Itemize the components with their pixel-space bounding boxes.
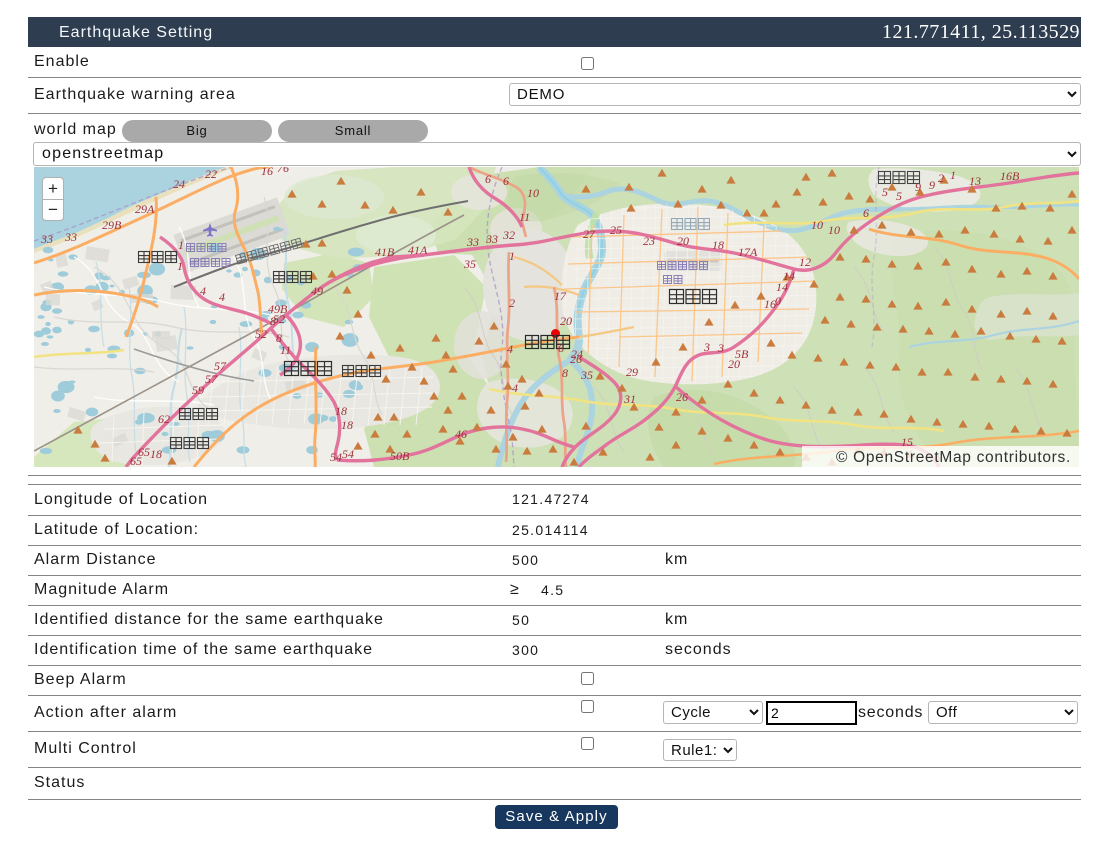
svg-text:62: 62: [158, 412, 170, 426]
svg-text:54: 54: [330, 450, 342, 464]
svg-text:4: 4: [219, 290, 225, 304]
svg-text:3: 3: [717, 341, 724, 355]
svg-text:16: 16: [261, 167, 273, 178]
svg-text:11: 11: [519, 210, 530, 224]
svg-text:18: 18: [341, 418, 353, 432]
svg-text:49: 49: [311, 284, 323, 298]
svg-text:57: 57: [214, 359, 227, 373]
svg-text:18: 18: [335, 404, 347, 418]
svg-text:26: 26: [676, 390, 688, 404]
svg-text:10: 10: [811, 218, 823, 232]
svg-text:9: 9: [915, 180, 921, 194]
svg-text:1: 1: [178, 238, 184, 252]
svg-text:10: 10: [527, 186, 539, 200]
svg-text:33: 33: [466, 235, 479, 249]
svg-text:46: 46: [455, 427, 467, 441]
svg-text:0: 0: [775, 294, 781, 308]
svg-text:8: 8: [562, 366, 568, 380]
svg-text:41B: 41B: [375, 245, 395, 259]
svg-text:13: 13: [969, 174, 981, 188]
svg-text:6: 6: [558, 341, 564, 355]
svg-text:18: 18: [150, 447, 162, 461]
svg-text:33: 33: [64, 230, 77, 244]
svg-text:17: 17: [554, 289, 567, 303]
svg-text:23: 23: [643, 234, 655, 248]
svg-text:© OpenStreetMap contributors.: © OpenStreetMap contributors.: [836, 449, 1071, 466]
svg-text:8: 8: [270, 314, 276, 328]
svg-text:3: 3: [703, 340, 710, 354]
svg-text:20: 20: [560, 314, 572, 328]
svg-text:65: 65: [130, 454, 142, 467]
svg-text:16B: 16B: [1000, 169, 1020, 183]
svg-text:1: 1: [177, 259, 183, 273]
svg-text:54: 54: [342, 447, 354, 461]
svg-text:6: 6: [863, 206, 869, 220]
svg-text:29B: 29B: [102, 218, 122, 232]
svg-text:76: 76: [277, 167, 289, 175]
svg-text:1: 1: [509, 249, 515, 263]
svg-text:35: 35: [463, 257, 476, 271]
svg-text:2: 2: [509, 296, 515, 310]
svg-text:18: 18: [712, 238, 724, 252]
svg-text:22: 22: [205, 167, 217, 181]
svg-text:20: 20: [677, 234, 689, 248]
svg-text:11: 11: [280, 343, 291, 357]
svg-text:4: 4: [507, 342, 513, 356]
svg-text:4: 4: [512, 381, 518, 395]
svg-text:4: 4: [200, 284, 206, 298]
svg-text:12: 12: [799, 255, 811, 269]
svg-text:17A: 17A: [738, 245, 758, 259]
svg-text:26: 26: [570, 352, 582, 366]
svg-text:35: 35: [580, 368, 593, 382]
svg-text:31: 31: [623, 392, 636, 406]
svg-text:33: 33: [40, 232, 53, 246]
svg-text:6: 6: [503, 174, 509, 188]
svg-text:41A: 41A: [408, 243, 428, 257]
svg-text:59: 59: [192, 383, 204, 397]
svg-text:5: 5: [896, 189, 902, 203]
svg-text:50B: 50B: [390, 449, 410, 463]
svg-text:32: 32: [502, 228, 515, 242]
svg-text:5: 5: [882, 185, 888, 199]
svg-text:29: 29: [626, 365, 638, 379]
svg-text:57: 57: [205, 372, 218, 386]
svg-text:52: 52: [255, 327, 267, 341]
svg-text:25: 25: [610, 223, 622, 237]
svg-text:27: 27: [583, 227, 596, 241]
svg-text:1: 1: [950, 168, 956, 182]
svg-text:6: 6: [485, 172, 491, 186]
svg-text:29A: 29A: [135, 202, 155, 216]
svg-text:10: 10: [828, 223, 840, 237]
svg-text:2: 2: [938, 171, 944, 185]
svg-text:14: 14: [776, 280, 788, 294]
svg-text:33: 33: [485, 232, 498, 246]
svg-text:24: 24: [173, 177, 185, 191]
svg-text:9: 9: [929, 178, 935, 192]
svg-text:20: 20: [728, 357, 740, 371]
